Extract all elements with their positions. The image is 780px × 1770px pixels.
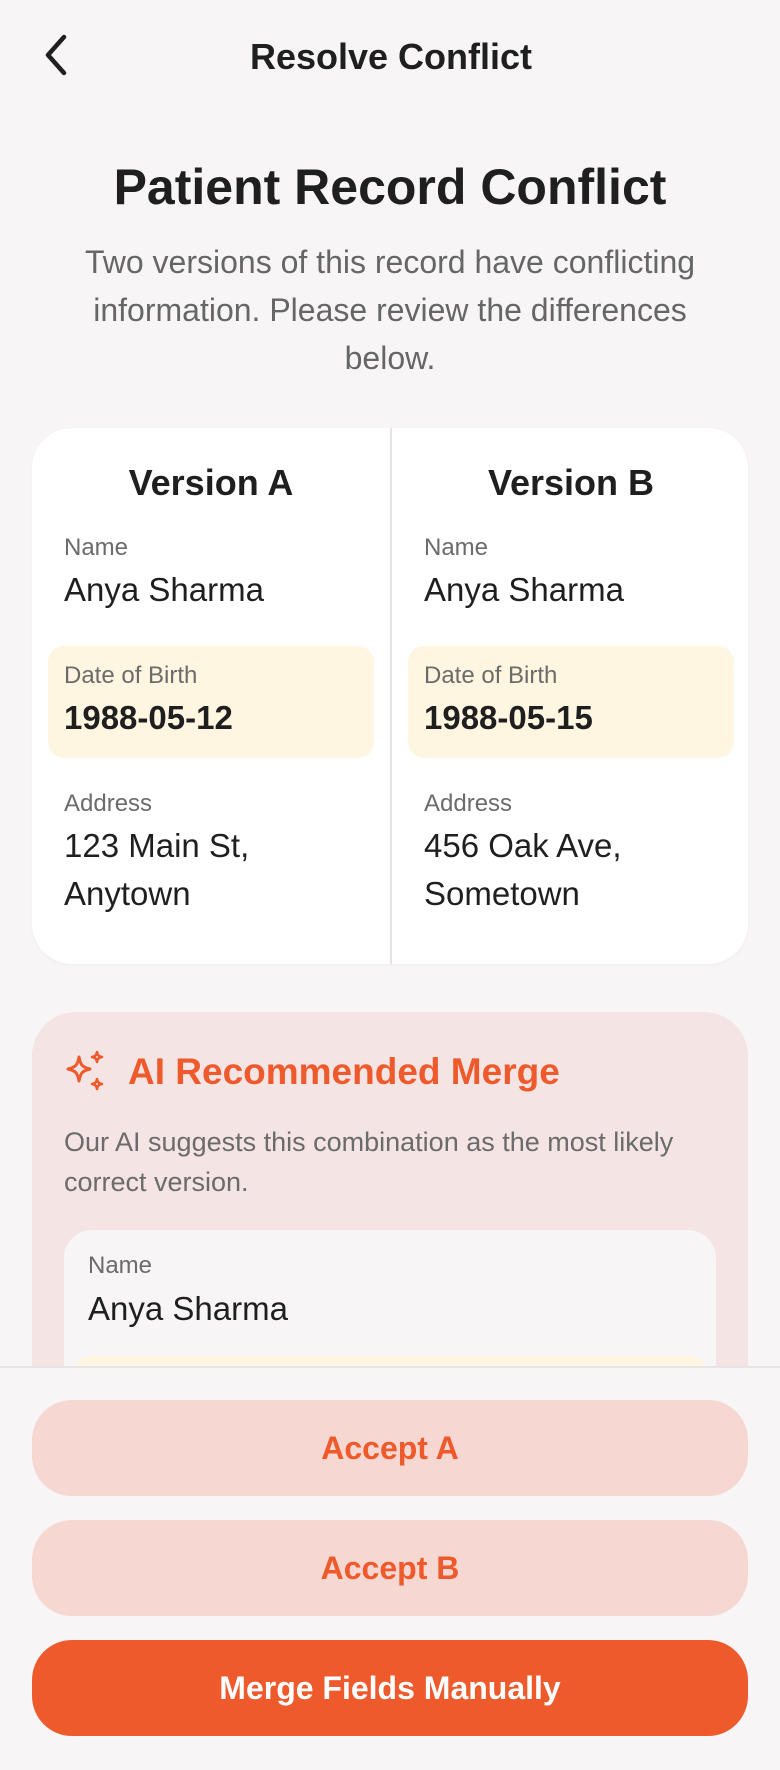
field-value: Anya Sharma — [424, 571, 624, 608]
version-a-dob-field: Date of Birth 1988-05-12 — [48, 646, 374, 758]
version-comparison-card: Version A Name Anya Sharma Date of Birth… — [32, 428, 748, 964]
field-label: Date of Birth — [424, 662, 558, 689]
field-value: Anya Sharma — [64, 571, 264, 608]
field-label: Address — [424, 790, 513, 817]
ai-merge-preview: Name Anya Sharma — [64, 1230, 716, 1366]
version-b-title: Version B — [487, 462, 655, 503]
field-label: Address — [64, 790, 153, 817]
accept-b-button[interactable]: Accept B — [32, 1520, 748, 1616]
version-a-title: Version A — [128, 462, 294, 503]
sparkle-icon — [66, 1050, 104, 1091]
ai-header: AI Recommended Merge — [62, 1044, 560, 1100]
field-value: 123 Main St, Anytown — [64, 827, 250, 912]
top-app-bar: Resolve Conflict — [0, 0, 780, 120]
field-label: Name — [64, 534, 129, 561]
field-value: Anya Sharma — [88, 1290, 288, 1327]
version-b-dob-field: Date of Birth 1988-05-15 — [408, 646, 734, 758]
version-b-address-field: Address 456 Oak Ave, Sometown — [408, 774, 734, 932]
action-footer: Accept A Accept B Merge Fields Manually — [0, 1366, 780, 1770]
ai-description: Our AI suggests this combination as the … — [64, 1127, 674, 1197]
header-title: Resolve Conflict — [249, 36, 533, 77]
field-label: Date of Birth — [64, 662, 198, 689]
field-value: 1988-05-15 — [424, 699, 593, 736]
version-b-column: Version B Name Anya Sharma Date of Birth… — [392, 428, 750, 964]
merge-fields-manually-button[interactable]: Merge Fields Manually — [32, 1640, 748, 1736]
version-a-name-field: Name Anya Sharma — [48, 518, 374, 628]
content-scroll-area[interactable]: Patient Record Conflict Two versions of … — [0, 120, 780, 1366]
field-value: 1988-05-12 — [64, 699, 233, 736]
version-a-column: Version A Name Anya Sharma Date of Birth… — [32, 428, 390, 964]
version-a-address-field: Address 123 Main St, Anytown — [48, 774, 374, 932]
page-title: Patient Record Conflict — [113, 159, 667, 215]
field-value: 456 Oak Ave, Sometown — [424, 827, 622, 912]
version-b-name-field: Name Anya Sharma — [408, 518, 734, 628]
ai-dob-field-highlight — [74, 1356, 706, 1366]
ai-title: AI Recommended Merge — [128, 1051, 560, 1092]
accept-a-button[interactable]: Accept A — [32, 1400, 748, 1496]
field-label: Name — [88, 1252, 153, 1279]
ai-recommendation-card: AI Recommended Merge Our AI suggests thi… — [32, 1012, 748, 1366]
field-label: Name — [424, 534, 489, 561]
page-subtitle: Two versions of this record have conflic… — [84, 244, 696, 376]
